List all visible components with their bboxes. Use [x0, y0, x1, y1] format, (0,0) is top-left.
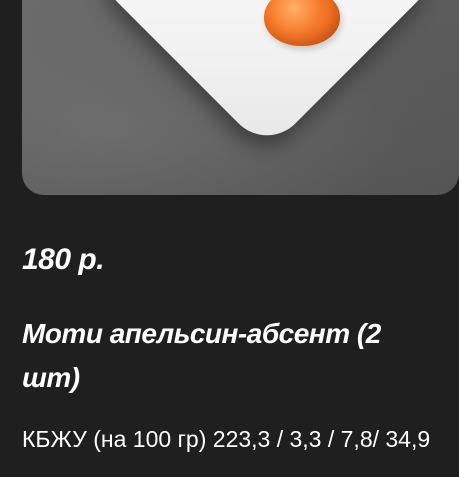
- product-photo[interactable]: [22, 0, 459, 195]
- product-nutrition: КБЖУ (на 100 гр) 223,3 / 3,3 / 7,8/ 34,9: [22, 426, 431, 452]
- product-card: 180 р. Моти апельсин-абсент (2 шт) КБЖУ …: [0, 0, 459, 477]
- product-title[interactable]: Моти апельсин-абсент (2 шт): [22, 312, 442, 400]
- product-price: 180 р.: [22, 243, 105, 276]
